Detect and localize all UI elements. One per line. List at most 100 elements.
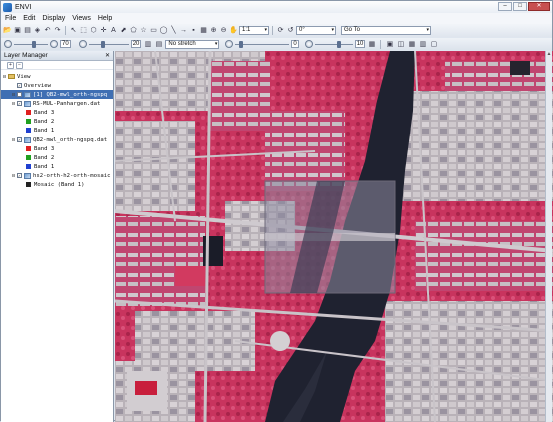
layer-checkbox[interactable]: ✓: [17, 83, 22, 88]
polygon-icon[interactable]: ⬠: [129, 26, 138, 35]
contrast-icon: [78, 40, 87, 48]
layer-tree-row[interactable]: Band 2: [1, 153, 113, 162]
layer-tree-row[interactable]: ⊟ ✓ QB2-mwl_orth-ngspq.dat: [1, 135, 113, 144]
histogram-icon[interactable]: ▤: [154, 40, 163, 49]
redo-icon[interactable]: ↷: [53, 26, 62, 35]
toolbar-divider: [272, 26, 273, 35]
save-icon[interactable]: ▣: [13, 26, 22, 35]
stretch-icon[interactable]: ▥: [143, 40, 152, 49]
layer-tree-label: hs2-orth-h2-orth-mosaic: [33, 172, 111, 179]
layer-checkbox[interactable]: ✓: [17, 137, 22, 142]
contrast-slider[interactable]: [88, 40, 129, 48]
select-arrow-icon[interactable]: ↖: [69, 26, 78, 35]
zoom-out-icon[interactable]: ⊖: [219, 26, 228, 35]
band-color-icon: [26, 146, 31, 151]
window-title: ENVI: [15, 3, 32, 11]
main-toolbar: 📂 ▣ ▤ ◈ ↶ ↷ ↖ ⬚ ⬡ ✛ A ⬈ ⬠ ☆ ▭ ◯ ╲ → ▪ ▦ …: [1, 24, 552, 37]
minimize-button[interactable]: –: [498, 2, 512, 11]
zoom-fixed-icon[interactable]: ▦: [199, 26, 208, 35]
stretch-select[interactable]: No stretch ▾: [165, 39, 220, 49]
view-full-icon[interactable]: ▣: [385, 40, 394, 49]
layer-checkbox[interactable]: ✓: [17, 101, 22, 106]
brightness-reset-icon[interactable]: [50, 40, 58, 48]
raster-layer-icon: [24, 91, 31, 98]
cursor-value-icon[interactable]: ◈: [33, 26, 42, 35]
layer-tree-row[interactable]: ⊟ ✓ hs2-orth-h2-orth-mosaic: [1, 171, 113, 180]
layer-tree-row[interactable]: ⊟ ✓ [1] QB2-mwl_orth-ngspq: [1, 90, 113, 99]
satellite-image[interactable]: [115, 51, 553, 422]
collapse-all-icon[interactable]: −: [16, 61, 23, 69]
expand-all-icon[interactable]: +: [7, 61, 14, 69]
toolbar-divider: [380, 39, 382, 49]
envi-app-icon: [3, 2, 12, 12]
close-button[interactable]: ✕: [528, 2, 550, 11]
layer-tree-row[interactable]: ⊟ View: [1, 72, 113, 81]
brightness-value[interactable]: 70: [60, 40, 71, 48]
title-bar: ENVI – □ ✕: [1, 1, 552, 13]
layer-tree-row[interactable]: ⊟ ✓ RS-MUL-Panhargen.dat: [1, 99, 113, 108]
view-split-icon[interactable]: ▥: [418, 40, 427, 49]
picture-icon[interactable]: ▪: [189, 26, 198, 35]
layer-tree-row[interactable]: Band 3: [1, 144, 113, 153]
vector-create-icon[interactable]: ⬚: [79, 26, 88, 35]
image-viewer[interactable]: [115, 51, 553, 422]
menu-edit[interactable]: Edit: [23, 15, 35, 22]
band-color-icon: [26, 128, 31, 133]
layer-tree-label: Mosaic (Band 1): [34, 181, 85, 188]
scroll-up-icon[interactable]: ▲: [546, 51, 552, 58]
raster-layer-icon: [24, 172, 31, 179]
brightness-slider[interactable]: [14, 40, 48, 48]
menu-display[interactable]: Display: [42, 15, 65, 22]
goto-placeholder: Go To: [344, 27, 360, 33]
view-grid-icon[interactable]: ▦: [407, 40, 416, 49]
star-icon[interactable]: ☆: [139, 26, 148, 35]
sharpen-value[interactable]: 0: [291, 40, 299, 48]
stretch-value: No stretch: [168, 40, 196, 47]
grid-toggle-icon[interactable]: ▦: [367, 40, 376, 49]
rotate-icon[interactable]: ⟳: [276, 26, 285, 35]
rotation-select[interactable]: 0° ▾: [296, 26, 336, 35]
layer-tree-row[interactable]: Band 3: [1, 108, 113, 117]
pan-icon[interactable]: ✋: [229, 26, 238, 35]
transparency-value[interactable]: 10: [354, 40, 366, 48]
view-single-icon[interactable]: ▢: [429, 40, 438, 49]
line-icon[interactable]: ╲: [169, 26, 178, 35]
rectangle-icon[interactable]: ▭: [149, 26, 158, 35]
zoom-select[interactable]: 1:1 ▾: [239, 26, 269, 35]
maximize-button[interactable]: □: [513, 2, 527, 11]
goto-field[interactable]: Go To ▾: [341, 26, 431, 35]
open-file-icon[interactable]: 📂: [3, 26, 12, 35]
zoom-in-icon[interactable]: ⊕: [209, 26, 218, 35]
layer-tree-row[interactable]: Band 1: [1, 162, 113, 171]
annotation-text-icon[interactable]: A: [109, 26, 118, 35]
crosshair-icon[interactable]: ✛: [99, 26, 108, 35]
undo-icon[interactable]: ↶: [43, 26, 52, 35]
contrast-value[interactable]: 20: [130, 40, 142, 48]
annotation-arrow-icon[interactable]: ⬈: [119, 26, 128, 35]
menu-help[interactable]: Help: [98, 15, 112, 22]
menu-views[interactable]: Views: [72, 15, 91, 22]
layer-tree-row[interactable]: Band 2: [1, 117, 113, 126]
data-manager-icon[interactable]: ▤: [23, 26, 32, 35]
transparency-slider[interactable]: [314, 40, 353, 48]
sharpen-slider[interactable]: [235, 40, 290, 48]
layer-tree-label: Band 1: [34, 163, 55, 170]
chevron-down-icon: ▾: [214, 40, 218, 47]
display-toolbar: 70 20 ▥ ▤ No stretch ▾ 0 10 ▦ ▣ ◫ ▦ ▥ ▢: [1, 38, 552, 50]
layer-tree-row[interactable]: Mosaic (Band 1): [1, 180, 113, 189]
layer-checkbox[interactable]: ✓: [17, 92, 22, 97]
menu-file[interactable]: File: [5, 15, 16, 22]
layer-tree-row[interactable]: ✓ Overview: [1, 81, 113, 90]
arrow-icon[interactable]: →: [179, 26, 188, 35]
rotate-left-icon[interactable]: ↺: [286, 26, 295, 35]
layer-tree-label: Overview: [24, 82, 51, 89]
layer-tree-row[interactable]: Band 1: [1, 126, 113, 135]
close-icon[interactable]: ✕: [105, 52, 110, 59]
ellipse-icon[interactable]: ◯: [159, 26, 168, 35]
layer-checkbox[interactable]: ✓: [17, 173, 22, 178]
zoom-value: 1:1: [242, 27, 251, 33]
view-two-icon[interactable]: ◫: [396, 40, 405, 49]
layer-manager-header: Layer Manager ✕: [1, 51, 113, 61]
vector-edit-icon[interactable]: ⬡: [89, 26, 98, 35]
viewer-scrollbar[interactable]: ▲: [545, 51, 552, 422]
